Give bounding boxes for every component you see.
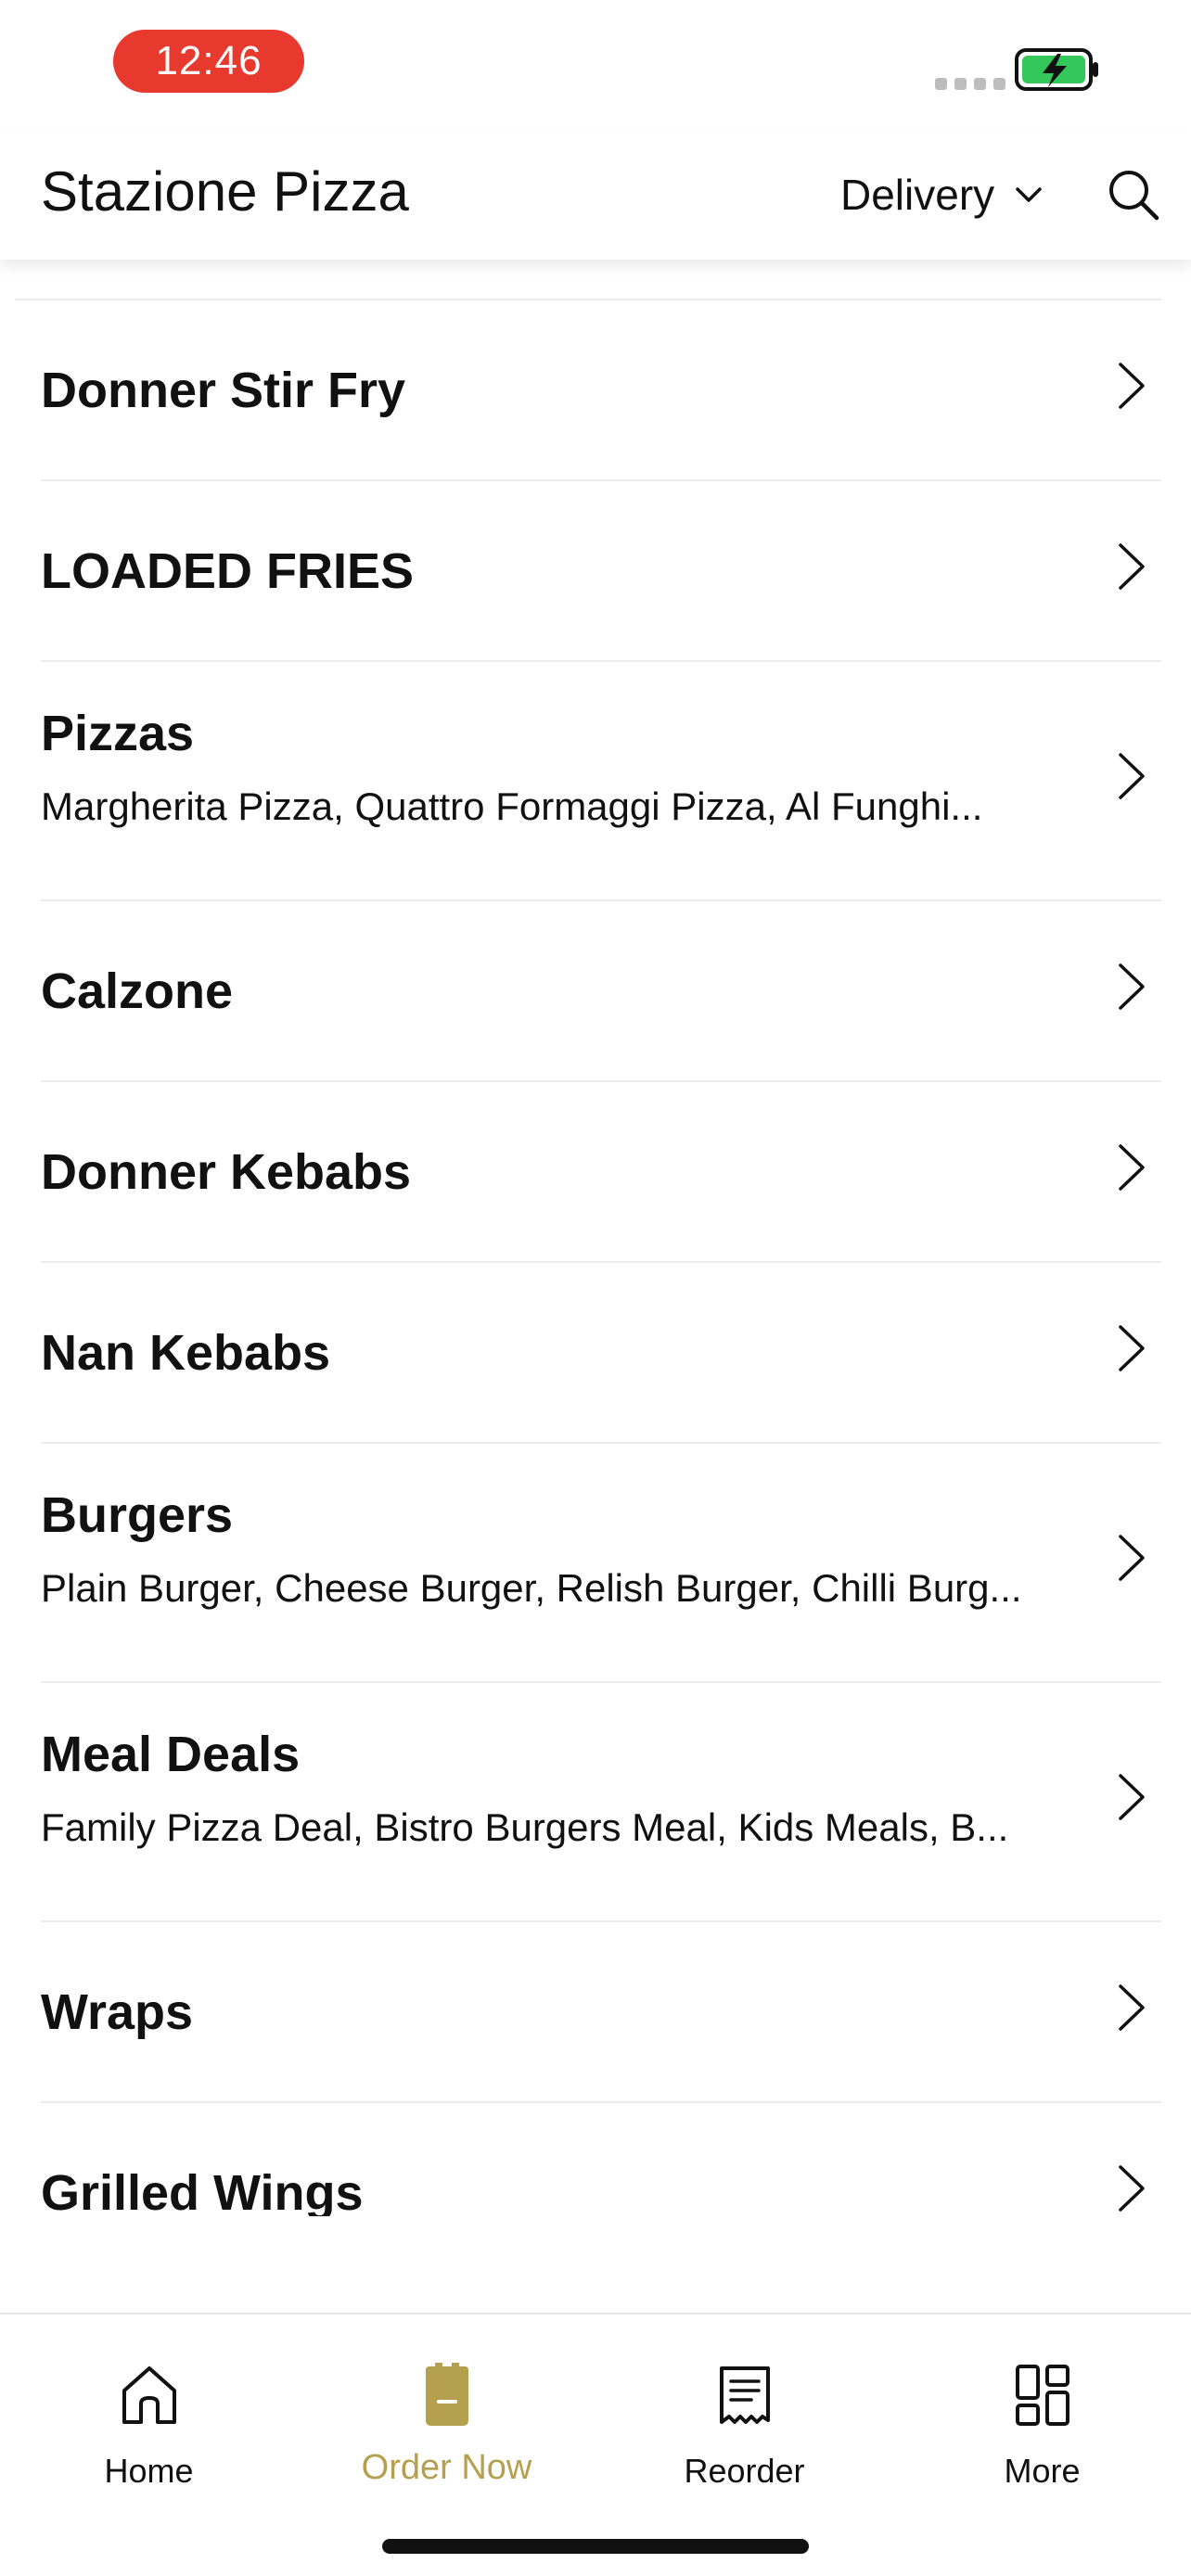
bottom-tab-bar: Home Order Now Reorder More <box>0 2313 1191 2576</box>
restaurant-title: Stazione Pizza <box>41 160 409 223</box>
menu-category-title: Pizzas <box>41 706 195 761</box>
chevron-down-icon <box>1016 187 1042 202</box>
tab-order-now[interactable]: Order Now <box>298 2315 596 2500</box>
menu-category-title: Calzone <box>41 963 234 1019</box>
tab-more[interactable]: More <box>893 2315 1191 2500</box>
menu-category-title: Grilled Wings <box>41 2165 364 2216</box>
chevron-right-icon <box>1119 1983 1145 2031</box>
menu-category-row[interactable]: LOADED FRIES <box>0 481 1191 662</box>
menu-category-title: Meal Deals <box>41 1727 301 1782</box>
menu-category-subtitle: Plain Burger, Cheese Burger, Relish Burg… <box>41 1566 1022 1610</box>
grid-icon <box>1015 2365 1069 2426</box>
menu-category-row[interactable]: Wraps <box>0 1922 1191 2103</box>
tab-reorder[interactable]: Reorder <box>596 2315 893 2500</box>
chevron-right-icon <box>1119 542 1145 590</box>
search-icon[interactable] <box>1106 167 1161 223</box>
battery-charging-icon <box>1015 48 1098 91</box>
chevron-right-icon <box>1119 963 1145 1010</box>
chevron-right-icon <box>1119 1535 1145 1581</box>
tab-reorder-label: Reorder <box>684 2452 805 2490</box>
status-bar: 12:46 <box>0 0 1191 130</box>
menu-category-row[interactable]: Pizzas Margherita Pizza, Quattro Formaggi… <box>0 662 1191 901</box>
tab-order-now-label: Order Now <box>361 2448 532 2487</box>
menu-category-row[interactable]: Donner Kebabs <box>0 1082 1191 1263</box>
receipt-icon <box>719 2366 770 2424</box>
delivery-mode-label: Delivery <box>840 171 995 219</box>
signal-icon <box>935 78 1005 90</box>
home-icon <box>122 2366 176 2424</box>
order-icon <box>425 2363 468 2426</box>
status-time: 12:46 <box>113 30 304 93</box>
chevron-right-icon <box>1119 362 1145 409</box>
chevron-right-icon <box>1119 1143 1145 1191</box>
menu-category-title: Nan Kebabs <box>41 1325 331 1381</box>
menu-category-title: Donner Kebabs <box>41 1144 412 1200</box>
menu-category-row[interactable]: Meal Deals Family Pizza Deal, Bistro Burg… <box>0 1683 1191 1922</box>
tab-home[interactable]: Home <box>0 2315 298 2500</box>
chevron-right-icon <box>1119 753 1145 799</box>
menu-category-row[interactable]: Grilled Wings <box>0 2103 1191 2216</box>
menu-category-title: LOADED FRIES <box>41 543 415 599</box>
menu-category-row[interactable]: Donner Stir Fry <box>0 300 1191 481</box>
menu-category-title: Donner Stir Fry <box>41 363 406 418</box>
menu-category-row[interactable]: Nan Kebabs <box>0 1263 1191 1444</box>
delivery-mode-select[interactable]: Delivery <box>840 167 1043 223</box>
tab-home-label: Home <box>104 2452 194 2490</box>
menu-category-subtitle: Margherita Pizza, Quattro Formaggi Pizza… <box>41 784 983 828</box>
menu-category-row[interactable]: Calzone <box>0 901 1191 1082</box>
menu-category-title: Wraps <box>41 1984 194 2040</box>
home-indicator <box>382 2539 809 2554</box>
app-header: Stazione Pizza Delivery <box>0 130 1191 260</box>
menu-category-subtitle: Family Pizza Deal, Bistro Burgers Meal, … <box>41 1805 1009 1849</box>
chevron-right-icon <box>1119 1774 1145 1820</box>
tab-more-label: More <box>1004 2452 1081 2490</box>
menu-category-list[interactable]: Donner Stir Fry LOADED FRIES Pizzas Margher… <box>0 260 1191 2216</box>
menu-category-row[interactable]: Burgers Plain Burger, Cheese Burger, Reli… <box>0 1444 1191 1683</box>
menu-category-title: Burgers <box>41 1487 234 1543</box>
chevron-right-icon <box>1119 1324 1145 1371</box>
chevron-right-icon <box>1119 2164 1145 2212</box>
